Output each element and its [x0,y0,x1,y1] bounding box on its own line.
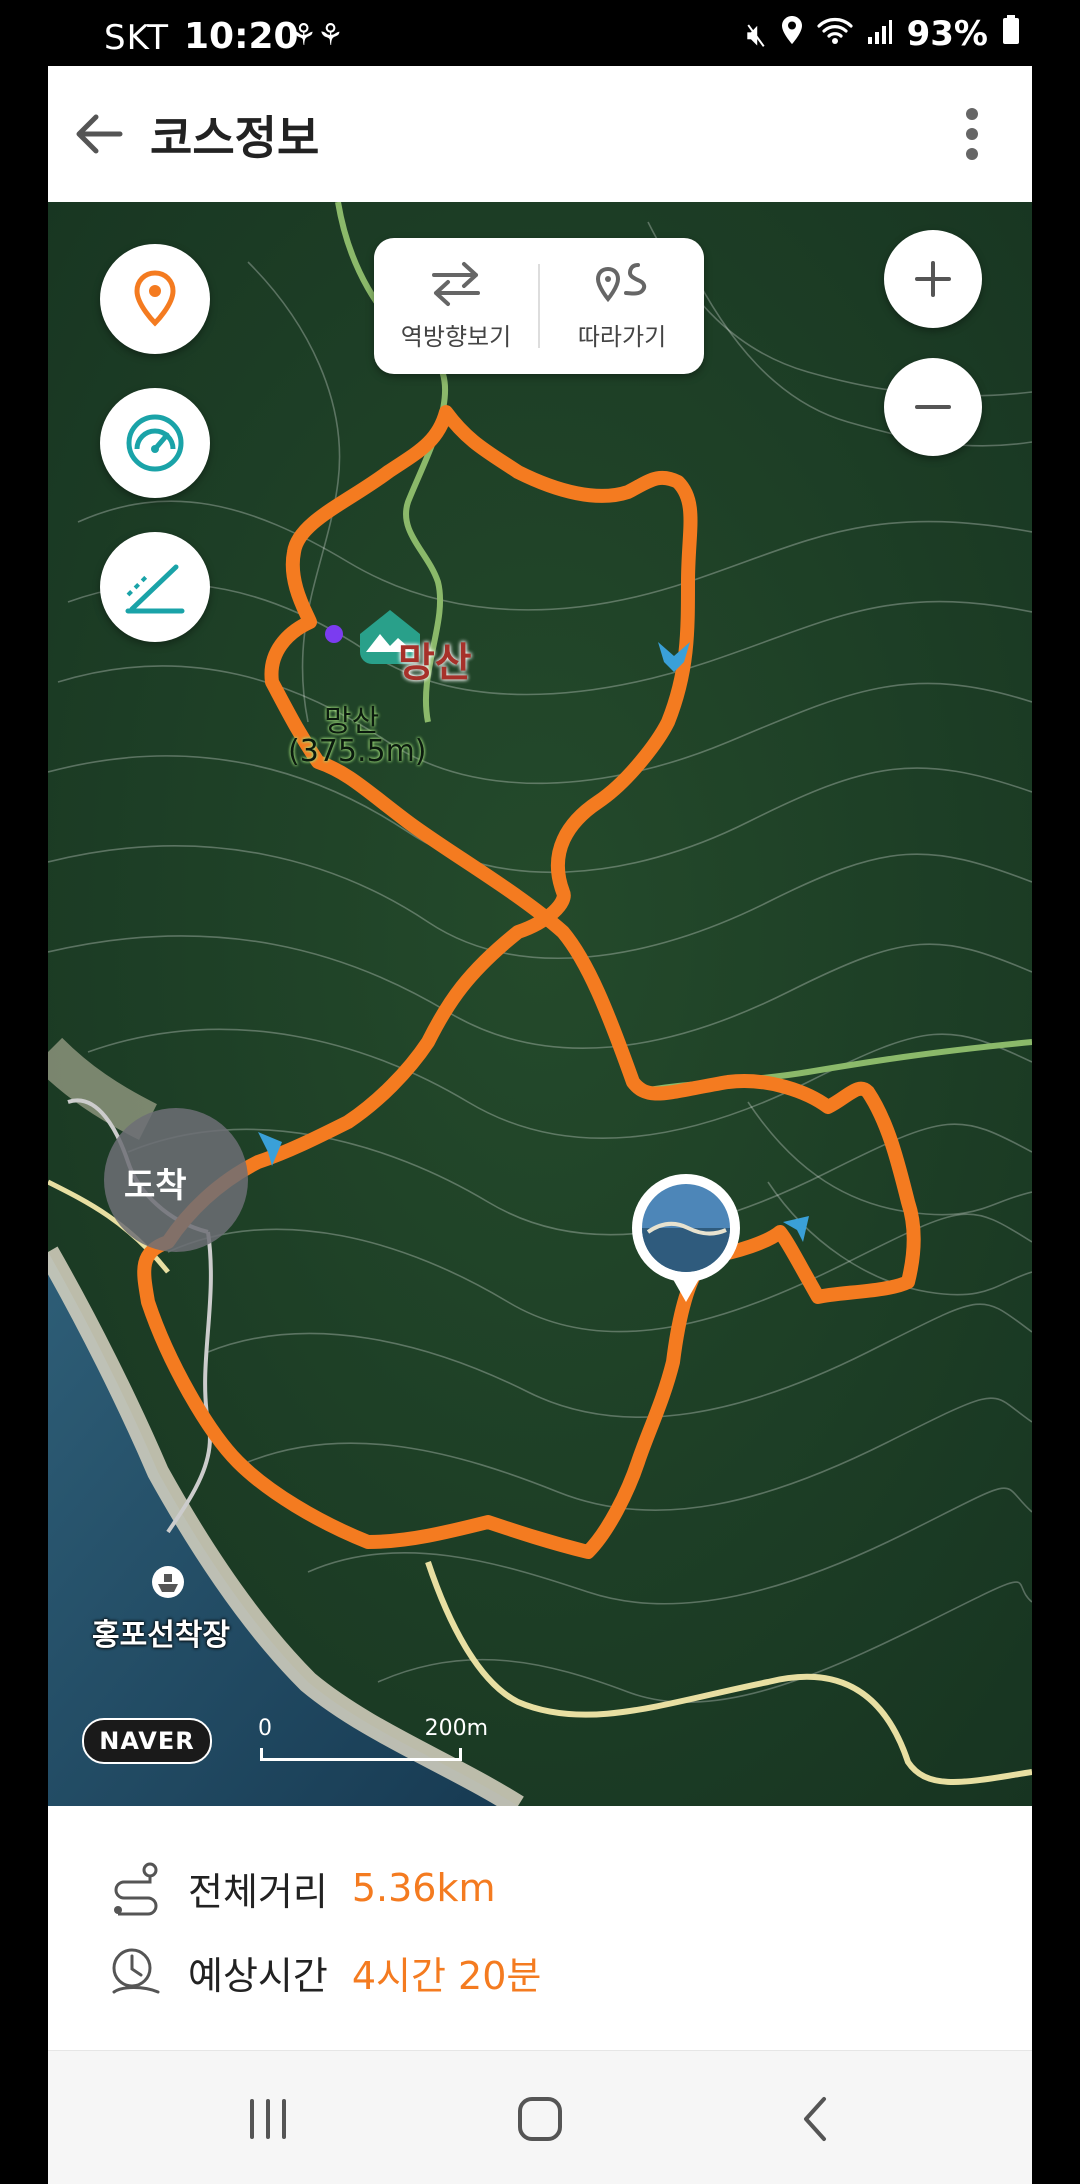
distance-row: 전체거리 5.36km [108,1860,495,1916]
slope-button[interactable] [100,532,210,642]
naver-logo: NAVER [82,1718,212,1764]
home-button[interactable] [510,2091,570,2147]
home-icon [518,2097,562,2141]
speed-button[interactable] [100,388,210,498]
follow-label: 따라가기 [577,322,667,351]
more-vert-icon [966,108,978,160]
app-bar: 코스정보 [48,66,1032,202]
status-bar: SKT 10:20 ⚘⚘ 🔇︎ 93% [0,0,1080,66]
follow-route-icon [595,262,647,302]
course-map[interactable]: 역방향보기 따라가기 망산 망산 (375.5m) 도착 홍포선착장 NAVER… [48,202,1032,1806]
distance-label: 전체거리 [188,1869,328,1914]
follow-button[interactable]: 따라가기 [540,238,704,374]
hiking-notification-icon: ⚘⚘ [290,18,344,53]
system-back-button[interactable] [788,2091,848,2147]
scale-max-label: 200m [424,1716,488,1741]
ferry-terminal-label: 홍포선착장 [92,1618,230,1653]
page-title: 코스정보 [150,111,320,165]
time-row: 예상시간 4시간 20분 [108,1944,541,2000]
more-options-button[interactable] [962,106,982,162]
route-distance-icon [114,1862,158,1916]
mute-icon: 🔇︎ [746,14,767,53]
chevron-left-icon [804,2097,826,2141]
recent-apps-button[interactable] [238,2091,298,2147]
reverse-direction-label: 역방향보기 [400,322,512,351]
battery-icon [1002,15,1020,53]
clock-hiker-icon [112,1948,160,1994]
time-label: 예상시간 [188,1953,328,1998]
carrier-label: SKT [104,18,170,58]
speedometer-icon [126,414,184,472]
slope-icon [125,564,185,614]
swap-arrows-icon [432,261,480,306]
course-summary-panel: 전체거리 5.36km 예상시간 4시간 20분 [48,1806,1032,2050]
time-value: 4시간 20분 [351,1953,542,1998]
location-icon [781,15,803,53]
zoom-out-button[interactable] [884,358,982,456]
scale-bar-line [260,1748,462,1761]
clock: 10:20 [184,16,299,57]
battery-percent: 93% [906,14,988,54]
current-location-button[interactable] [100,244,210,354]
location-pin-icon [134,270,176,327]
recent-apps-icon [250,2099,286,2139]
map-scale-bar: 0 200m [258,1716,488,1762]
scale-zero-label: 0 [258,1716,272,1741]
zoom-in-button[interactable] [884,230,982,328]
plus-icon [915,261,951,297]
back-button[interactable] [70,104,130,164]
ferry-terminal-icon [152,1566,184,1598]
minus-icon [915,405,951,409]
distance-value: 5.36km [351,1866,496,1910]
system-nav-bar [48,2050,1032,2184]
signal-icon [867,15,893,53]
peak-name-label: 망산 [398,640,472,686]
peak-altitude-label: (375.5m) [288,734,427,769]
reverse-direction-button[interactable]: 역방향보기 [374,238,538,374]
route-mode-toggle: 역방향보기 따라가기 [374,238,704,374]
wifi-icon [817,15,853,53]
arrow-left-icon [76,114,123,154]
finish-label: 도착 [124,1166,187,1206]
